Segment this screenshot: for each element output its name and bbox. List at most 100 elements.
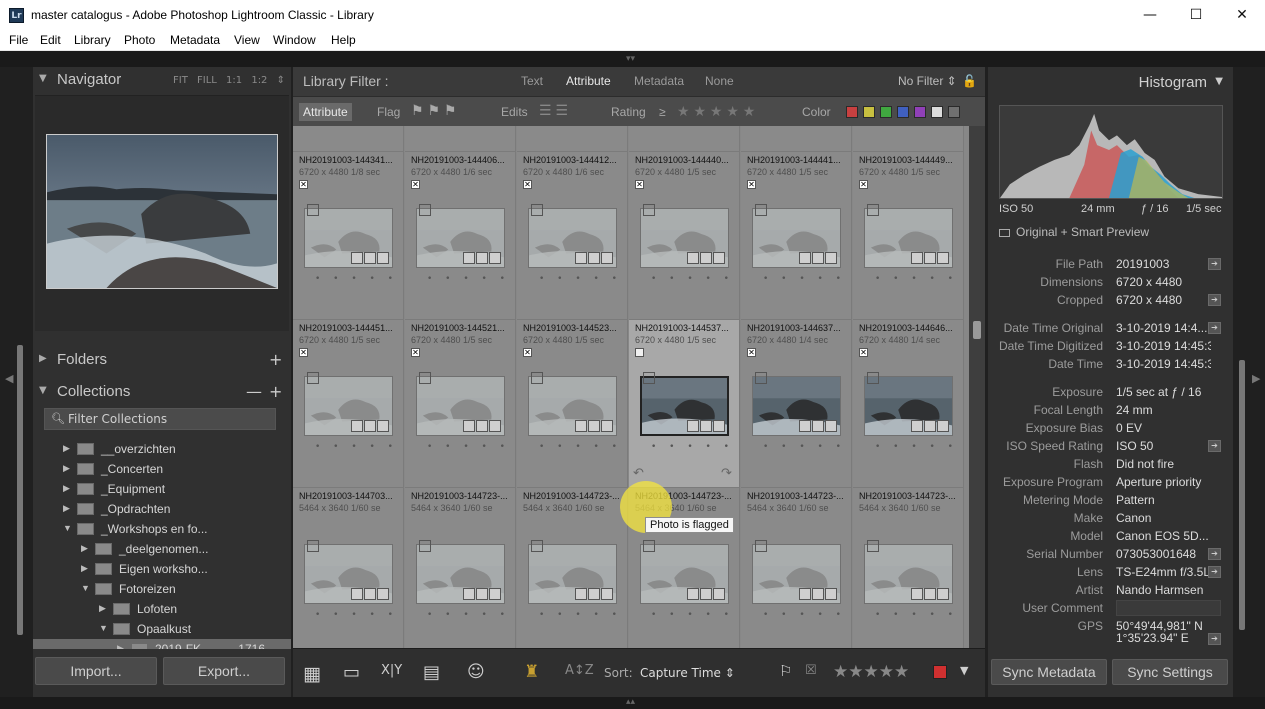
- thumbnail-cell[interactable]: NH20191003-144723-... 5464 x 3640 1/60 se…: [741, 488, 852, 648]
- survey-view-icon[interactable]: ▤: [423, 662, 440, 683]
- reject-flag-icon[interactable]: ✕: [411, 180, 420, 189]
- menu-library[interactable]: Library: [74, 33, 111, 47]
- close-button[interactable]: ✕: [1219, 0, 1265, 31]
- thumbnail-cell[interactable]: NH20191003-144...6720 x 4480 1/6 sec✕• •…: [629, 126, 740, 152]
- thumbnail-rating-dots[interactable]: • • • • •: [875, 442, 958, 452]
- pick-flag-icon[interactable]: [635, 348, 644, 357]
- add-collection-button[interactable]: +: [269, 382, 282, 401]
- thumbnail-cell[interactable]: NH20191003-144...6720 x 4480 1/6 sec✕• •…: [405, 126, 516, 152]
- thumbnail-rating-dots[interactable]: • • • • •: [315, 274, 398, 284]
- thumbnail-cell[interactable]: NH20191003-144723-... 5464 x 3640 1/60 se…: [517, 488, 628, 648]
- arrow-right-icon[interactable]: ➔: [1208, 440, 1221, 452]
- reject-flag-icon[interactable]: ✕: [635, 180, 644, 189]
- reject-flag-icon[interactable]: ✕: [859, 348, 868, 357]
- grid-scrollbar[interactable]: [969, 126, 985, 648]
- collection-item[interactable]: ▶ _Opdrachten: [33, 499, 291, 519]
- menu-file[interactable]: File: [9, 33, 28, 47]
- sync-metadata-button[interactable]: Sync Metadata: [991, 659, 1107, 685]
- thumbnail-cell[interactable]: NH20191003-144646... 6720 x 4480 1/4 sec ✕…: [853, 320, 964, 488]
- color-swatch[interactable]: [846, 106, 858, 118]
- thumbnail-rating-dots[interactable]: • • • • •: [651, 442, 734, 452]
- thumbnail-cell[interactable]: NH20191003-144440... 6720 x 4480 1/5 sec ✕…: [629, 152, 740, 320]
- grid-view-icon[interactable]: ▦: [303, 663, 321, 685]
- user-comment-input[interactable]: [1116, 600, 1221, 616]
- reject-flag-icon[interactable]: ✕: [299, 180, 308, 189]
- edits-filter-icons[interactable]: ☰ ☰: [539, 102, 568, 119]
- menu-window[interactable]: Window: [273, 33, 316, 47]
- left-panel-scrollbar[interactable]: [17, 345, 23, 635]
- flag-pick-icon[interactable]: ⚐: [779, 662, 792, 680]
- thumbnail-rating-dots[interactable]: • • • • •: [539, 610, 622, 620]
- collection-item[interactable]: ▶ __overzichten: [33, 439, 291, 459]
- color-swatch[interactable]: [948, 106, 960, 118]
- sort-direction-icon[interactable]: A↕Z: [565, 663, 594, 678]
- arrow-right-icon[interactable]: ➔: [1208, 258, 1221, 270]
- thumbnail-cell[interactable]: NH20191003-144637... 6720 x 4480 1/4 sec ✕…: [741, 320, 852, 488]
- collection-item[interactable]: ▶ Eigen worksho...: [33, 559, 291, 579]
- right-panel-scrollbar[interactable]: [1239, 360, 1245, 630]
- expand-triangle-icon[interactable]: ▶: [81, 563, 88, 574]
- menu-edit[interactable]: Edit: [40, 33, 61, 47]
- thumbnail-cell[interactable]: NH20191003-144...6720 x 4480 1/6 sec✕• •…: [853, 126, 964, 152]
- thumbnail-rating-dots[interactable]: • • • • •: [315, 610, 398, 620]
- color-label-red[interactable]: [933, 665, 947, 679]
- reject-flag-icon[interactable]: ✕: [523, 180, 532, 189]
- thumbnail-rating-dots[interactable]: • • • • •: [875, 274, 958, 284]
- thumbnail-cell[interactable]: NH20191003-144341... 6720 x 4480 1/8 sec ✕…: [293, 152, 404, 320]
- zoom-1-2[interactable]: 1:2: [251, 75, 267, 86]
- thumbnail-rating-dots[interactable]: • • • • •: [875, 610, 958, 620]
- bottom-panel-toggle[interactable]: ▴▴: [0, 697, 1265, 709]
- arrow-right-icon[interactable]: ➔: [1208, 548, 1221, 560]
- zoom-fit[interactable]: FIT: [173, 75, 188, 86]
- export-button[interactable]: Export...: [163, 657, 285, 685]
- thumbnail-rating-dots[interactable]: • • • • •: [539, 274, 622, 284]
- thumbnail-rating-dots[interactable]: • • • • •: [427, 610, 510, 620]
- import-button[interactable]: Import...: [35, 657, 157, 685]
- thumbnail-cell[interactable]: NH20191003-144523... 6720 x 4480 1/5 sec ✕…: [517, 320, 628, 488]
- menu-help[interactable]: Help: [331, 33, 356, 47]
- thumbnail-cell[interactable]: NH20191003-144521... 6720 x 4480 1/5 sec ✕…: [405, 320, 516, 488]
- collection-item[interactable]: ▶ _Equipment: [33, 479, 291, 499]
- filter-collections-input[interactable]: 🔍︎ Filter Collections: [44, 408, 276, 430]
- filter-tab-none[interactable]: None: [705, 74, 734, 88]
- filter-tab-text[interactable]: Text: [521, 74, 543, 88]
- histogram-chart[interactable]: [999, 105, 1223, 199]
- arrow-right-icon[interactable]: ➔: [1208, 294, 1221, 306]
- zoom-dropdown-icon[interactable]: ⇕: [277, 75, 285, 86]
- expand-triangle-icon[interactable]: ▶: [63, 483, 70, 494]
- thumbnail-rating-dots[interactable]: • • • • •: [763, 610, 846, 620]
- reject-flag-icon[interactable]: ✕: [747, 348, 756, 357]
- menu-metadata[interactable]: Metadata: [170, 33, 220, 47]
- collapse-triangle-icon[interactable]: ▼: [99, 623, 108, 633]
- color-swatch[interactable]: [914, 106, 926, 118]
- color-swatch[interactable]: [931, 106, 943, 118]
- maximize-button[interactable]: ☐: [1173, 0, 1219, 31]
- expand-triangle-icon[interactable]: ▶: [63, 503, 70, 514]
- zoom-fill[interactable]: FILL: [197, 75, 217, 86]
- reject-flag-icon[interactable]: ✕: [523, 348, 532, 357]
- color-swatch[interactable]: [897, 106, 909, 118]
- filter-tab-metadata[interactable]: Metadata: [634, 74, 684, 88]
- thumbnail-rating-dots[interactable]: • • • • •: [763, 442, 846, 452]
- collections-header[interactable]: ▼ Collections — +: [33, 379, 291, 405]
- sync-settings-button[interactable]: Sync Settings: [1112, 659, 1228, 685]
- thumbnail-rating-dots[interactable]: • • • • •: [539, 442, 622, 452]
- sort-dropdown[interactable]: Capture Time ⇕: [640, 666, 735, 680]
- thumbnail-cell[interactable]: NH20191003-144537... 6720 x 4480 1/5 sec •…: [629, 320, 740, 488]
- reject-flag-icon[interactable]: ✕: [299, 348, 308, 357]
- thumbnail-rating-dots[interactable]: • • • • •: [315, 442, 398, 452]
- expand-triangle-icon[interactable]: ▶: [99, 603, 106, 614]
- remove-collection-button[interactable]: —: [246, 382, 262, 401]
- left-panel-toggle-icon[interactable]: ◀: [5, 372, 13, 385]
- color-swatch[interactable]: [880, 106, 892, 118]
- collapse-triangle-icon[interactable]: ▼: [63, 523, 72, 533]
- collection-item[interactable]: ▶ _Concerten: [33, 459, 291, 479]
- thumbnail-cell[interactable]: NH20191003-144449... 6720 x 4480 1/5 sec ✕…: [853, 152, 964, 320]
- thumbnail-cell[interactable]: NH20191003-144...6720 x 4480 0.3 sec✕• •…: [293, 126, 404, 152]
- loupe-view-icon[interactable]: ▭: [343, 662, 360, 683]
- thumbnail-cell[interactable]: NH20191003-144...6720 x 4480 1/6 sec✕• •…: [517, 126, 628, 152]
- thumbnail-cell[interactable]: NH20191003-144451... 6720 x 4480 1/5 sec ✕…: [293, 320, 404, 488]
- navigator-preview-image[interactable]: [46, 134, 278, 289]
- rotate-left-icon[interactable]: ↶: [633, 466, 644, 481]
- expand-triangle-icon[interactable]: ▶: [117, 643, 124, 649]
